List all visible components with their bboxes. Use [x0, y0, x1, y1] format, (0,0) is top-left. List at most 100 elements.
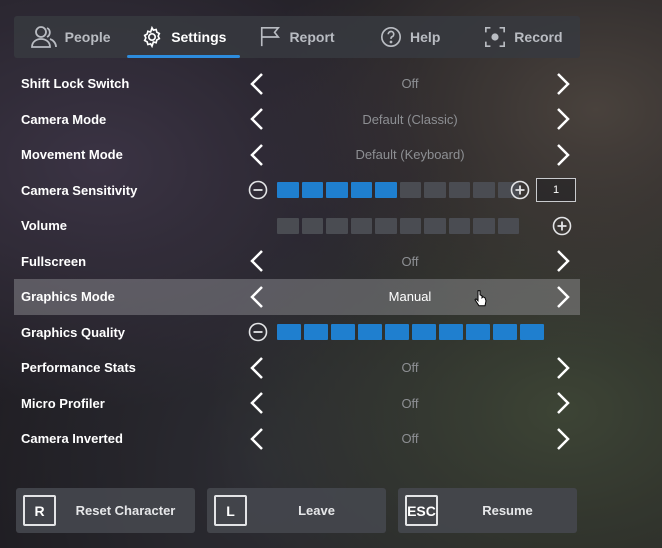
setting-label: Performance Stats — [21, 360, 136, 376]
tab-people[interactable]: People — [14, 16, 127, 58]
slider-segment[interactable] — [424, 217, 446, 234]
slider-segment[interactable] — [277, 324, 301, 341]
setting-fullscreen: Fullscreen Off — [14, 244, 580, 280]
setting-value: Manual — [388, 289, 432, 305]
chevron-left-icon[interactable] — [248, 249, 268, 273]
slider-segment[interactable] — [304, 324, 328, 341]
slider-segment[interactable] — [326, 217, 348, 234]
chevron-left-icon[interactable] — [248, 427, 268, 451]
slider-segment[interactable] — [385, 324, 409, 341]
setting-label: Fullscreen — [21, 253, 87, 269]
setting-label: Volume — [21, 218, 67, 234]
graphics-quality-slider[interactable] — [277, 324, 544, 341]
camera-sensitivity-input[interactable]: 1 — [536, 178, 576, 203]
setting-graphics-quality: Graphics Quality — [14, 315, 580, 351]
resume-button[interactable]: ESC Resume — [398, 488, 577, 533]
slider-segment[interactable] — [399, 217, 421, 234]
tab-people-label: People — [64, 29, 111, 45]
setting-label: Movement Mode — [21, 147, 123, 163]
slider-segment[interactable] — [358, 324, 382, 341]
slider-segment[interactable] — [277, 182, 299, 199]
setting-camera-inverted: Camera Inverted Off — [14, 421, 580, 457]
flag-icon — [261, 27, 281, 47]
button-label: Leave — [298, 503, 335, 518]
slider-segment[interactable] — [277, 217, 299, 234]
settings-list: Shift Lock Switch Off Camera Mode Defaul… — [14, 66, 580, 457]
slider-segment[interactable] — [473, 217, 495, 234]
tab-help[interactable]: Help — [354, 16, 467, 58]
plus-icon[interactable] — [510, 180, 530, 200]
cursor-icon — [474, 290, 487, 307]
slider-segment[interactable] — [439, 324, 463, 341]
tab-report[interactable]: Report — [240, 16, 353, 58]
chevron-left-icon[interactable] — [248, 391, 268, 415]
chevron-left-icon[interactable] — [248, 107, 268, 131]
chevron-right-icon[interactable] — [552, 391, 572, 415]
slider-segment[interactable] — [326, 182, 348, 199]
setting-label: Camera Mode — [21, 111, 107, 127]
reset-character-button[interactable]: R Reset Character — [16, 488, 195, 533]
setting-value: Off — [401, 431, 419, 447]
key-hint: R — [23, 495, 56, 526]
slider-segment[interactable] — [331, 324, 355, 341]
button-label: Reset Character — [75, 503, 176, 518]
setting-value: Off — [401, 360, 419, 376]
setting-camera-sensitivity: Camera Sensitivity 1 — [14, 173, 580, 209]
tab-record-label: Record — [514, 29, 563, 45]
slider-segment[interactable] — [375, 182, 397, 199]
slider-segment[interactable] — [493, 324, 517, 341]
minus-icon[interactable] — [248, 322, 268, 342]
slider-segment[interactable] — [448, 182, 470, 199]
camera-sensitivity-slider[interactable] — [277, 182, 519, 199]
setting-volume: Volume — [14, 208, 580, 244]
chevron-left-icon[interactable] — [248, 72, 268, 96]
leave-button[interactable]: L Leave — [207, 488, 386, 533]
chevron-right-icon[interactable] — [552, 427, 572, 451]
slider-segment[interactable] — [412, 324, 436, 341]
setting-label: Graphics Mode — [21, 289, 115, 305]
slider-segment[interactable] — [301, 217, 323, 234]
key-hint: ESC — [405, 495, 438, 526]
setting-micro-profiler: Micro Profiler Off — [14, 386, 580, 422]
minus-icon[interactable] — [248, 180, 268, 200]
bottom-bar: R Reset Character L Leave ESC Resume — [16, 488, 577, 533]
slider-segment[interactable] — [301, 182, 323, 199]
setting-label: Shift Lock Switch — [21, 76, 130, 92]
chevron-right-icon[interactable] — [552, 143, 572, 167]
chevron-left-icon[interactable] — [248, 285, 268, 309]
tab-settings[interactable]: Settings — [127, 16, 241, 58]
chevron-right-icon[interactable] — [552, 249, 572, 273]
chevron-right-icon[interactable] — [552, 356, 572, 380]
tab-record[interactable]: Record — [467, 16, 580, 58]
slider-segment[interactable] — [399, 182, 421, 199]
slider-segment[interactable] — [520, 324, 544, 341]
tab-help-label: Help — [410, 29, 441, 45]
slider-segment[interactable] — [448, 217, 470, 234]
chevron-left-icon[interactable] — [248, 356, 268, 380]
slider-segment[interactable] — [497, 217, 519, 234]
setting-graphics-mode: Graphics Mode Manual — [14, 279, 580, 315]
tab-report-label: Report — [289, 29, 335, 45]
slider-segment[interactable] — [466, 324, 490, 341]
setting-movement-mode: Movement Mode Default (Keyboard) — [14, 137, 580, 173]
volume-slider[interactable] — [277, 217, 519, 234]
slider-segment[interactable] — [350, 217, 372, 234]
setting-value: Default (Classic) — [362, 111, 458, 127]
slider-segment[interactable] — [375, 217, 397, 234]
setting-performance-stats: Performance Stats Off — [14, 350, 580, 386]
slider-segment[interactable] — [350, 182, 372, 199]
record-icon — [485, 27, 506, 47]
plus-icon[interactable] — [552, 216, 572, 236]
slider-segment[interactable] — [473, 182, 495, 199]
setting-value: Default (Keyboard) — [355, 147, 465, 163]
chevron-right-icon[interactable] — [552, 285, 572, 309]
setting-label: Camera Sensitivity — [21, 182, 138, 198]
setting-shift-lock: Shift Lock Switch Off — [14, 66, 580, 102]
chevron-right-icon[interactable] — [552, 72, 572, 96]
chevron-right-icon[interactable] — [552, 107, 572, 131]
slider-segment[interactable] — [424, 182, 446, 199]
chevron-left-icon[interactable] — [248, 143, 268, 167]
tab-settings-label: Settings — [171, 29, 227, 45]
setting-label: Micro Profiler — [21, 395, 105, 411]
setting-label: Camera Inverted — [21, 431, 123, 447]
